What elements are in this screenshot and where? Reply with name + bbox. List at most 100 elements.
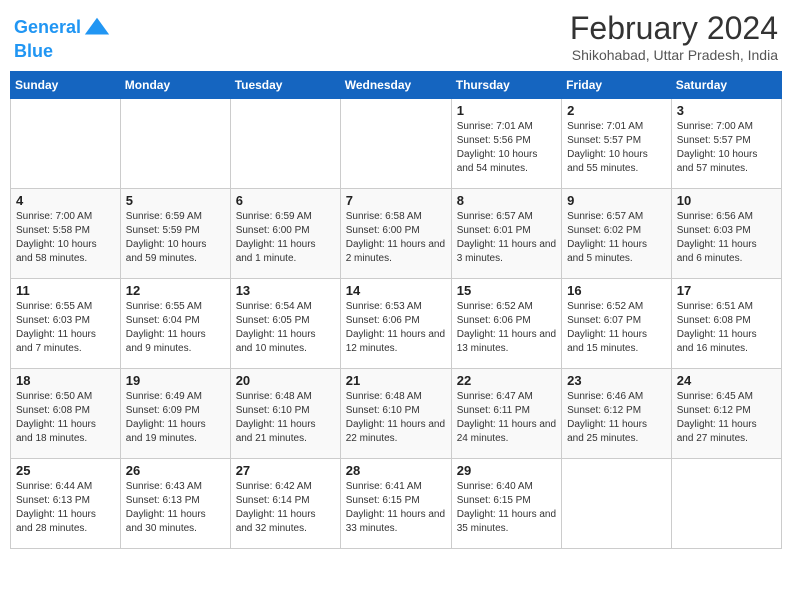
calendar-cell: 2 Sunrise: 7:01 AMSunset: 5:57 PMDaylight… bbox=[562, 99, 672, 189]
calendar-cell: 14 Sunrise: 6:53 AMSunset: 6:06 PMDayligh… bbox=[340, 279, 451, 369]
day-number: 22 bbox=[457, 373, 556, 388]
column-header-saturday: Saturday bbox=[671, 72, 781, 99]
day-info: Sunrise: 6:47 AMSunset: 6:11 PMDaylight:… bbox=[457, 390, 556, 446]
column-header-sunday: Sunday bbox=[11, 72, 121, 99]
day-number: 12 bbox=[126, 283, 225, 298]
day-number: 19 bbox=[126, 373, 225, 388]
calendar-cell bbox=[340, 99, 451, 189]
day-number: 10 bbox=[677, 193, 776, 208]
logo-text: General bbox=[14, 18, 81, 38]
day-info: Sunrise: 6:51 AMSunset: 6:08 PMDaylight:… bbox=[677, 300, 776, 356]
day-info: Sunrise: 6:57 AMSunset: 6:02 PMDaylight:… bbox=[567, 210, 666, 266]
day-number: 13 bbox=[236, 283, 335, 298]
day-info: Sunrise: 6:54 AMSunset: 6:05 PMDaylight:… bbox=[236, 300, 335, 356]
calendar-cell: 7 Sunrise: 6:58 AMSunset: 6:00 PMDaylight… bbox=[340, 189, 451, 279]
week-row-2: 4 Sunrise: 7:00 AMSunset: 5:58 PMDaylight… bbox=[11, 189, 782, 279]
day-info: Sunrise: 6:59 AMSunset: 6:00 PMDaylight:… bbox=[236, 210, 335, 266]
day-number: 18 bbox=[16, 373, 115, 388]
day-number: 2 bbox=[567, 103, 666, 118]
day-info: Sunrise: 6:59 AMSunset: 5:59 PMDaylight:… bbox=[126, 210, 225, 266]
logo-icon bbox=[83, 14, 111, 42]
day-info: Sunrise: 6:41 AMSunset: 6:15 PMDaylight:… bbox=[346, 480, 446, 536]
day-info: Sunrise: 6:46 AMSunset: 6:12 PMDaylight:… bbox=[567, 390, 666, 446]
calendar-cell bbox=[562, 459, 672, 549]
day-number: 21 bbox=[346, 373, 446, 388]
calendar-cell: 5 Sunrise: 6:59 AMSunset: 5:59 PMDaylight… bbox=[120, 189, 230, 279]
calendar-cell: 12Sunrise: 6:55 AMSunset: 6:04 PMDayligh… bbox=[120, 279, 230, 369]
calendar-cell: 18 Sunrise: 6:50 AMSunset: 6:08 PMDayligh… bbox=[11, 369, 121, 459]
calendar-cell bbox=[671, 459, 781, 549]
calendar-cell: 9 Sunrise: 6:57 AMSunset: 6:02 PMDaylight… bbox=[562, 189, 672, 279]
calendar-cell: 8 Sunrise: 6:57 AMSunset: 6:01 PMDaylight… bbox=[451, 189, 561, 279]
day-info: Sunrise: 6:58 AMSunset: 6:00 PMDaylight:… bbox=[346, 210, 446, 266]
header-row: SundayMondayTuesdayWednesdayThursdayFrid… bbox=[11, 72, 782, 99]
day-info: Sunrise: 6:48 AMSunset: 6:10 PMDaylight:… bbox=[236, 390, 335, 446]
column-header-monday: Monday bbox=[120, 72, 230, 99]
calendar-cell: 27Sunrise: 6:42 AMSunset: 6:14 PMDayligh… bbox=[230, 459, 340, 549]
day-number: 17 bbox=[677, 283, 776, 298]
day-number: 9 bbox=[567, 193, 666, 208]
day-number: 26 bbox=[126, 463, 225, 478]
column-header-wednesday: Wednesday bbox=[340, 72, 451, 99]
day-number: 28 bbox=[346, 463, 446, 478]
calendar-cell: 3Sunrise: 7:00 AMSunset: 5:57 PMDaylight… bbox=[671, 99, 781, 189]
logo-text-blue: Blue bbox=[14, 42, 111, 62]
day-info: Sunrise: 6:52 AMSunset: 6:07 PMDaylight:… bbox=[567, 300, 666, 356]
week-row-3: 11Sunrise: 6:55 AMSunset: 6:03 PMDayligh… bbox=[11, 279, 782, 369]
day-info: Sunrise: 7:00 AMSunset: 5:58 PMDaylight:… bbox=[16, 210, 115, 266]
calendar-cell: 13 Sunrise: 6:54 AMSunset: 6:05 PMDayligh… bbox=[230, 279, 340, 369]
calendar-cell: 10Sunrise: 6:56 AMSunset: 6:03 PMDayligh… bbox=[671, 189, 781, 279]
calendar-cell: 11Sunrise: 6:55 AMSunset: 6:03 PMDayligh… bbox=[11, 279, 121, 369]
title-area: February 2024 Shikohabad, Uttar Pradesh,… bbox=[570, 10, 778, 63]
calendar-cell: 1Sunrise: 7:01 AMSunset: 5:56 PMDaylight… bbox=[451, 99, 561, 189]
day-info: Sunrise: 6:43 AMSunset: 6:13 PMDaylight:… bbox=[126, 480, 225, 536]
day-number: 4 bbox=[16, 193, 115, 208]
calendar-cell: 16 Sunrise: 6:52 AMSunset: 6:07 PMDayligh… bbox=[562, 279, 672, 369]
week-row-5: 25 Sunrise: 6:44 AMSunset: 6:13 PMDayligh… bbox=[11, 459, 782, 549]
week-row-4: 18 Sunrise: 6:50 AMSunset: 6:08 PMDayligh… bbox=[11, 369, 782, 459]
calendar-subtitle: Shikohabad, Uttar Pradesh, India bbox=[570, 47, 778, 63]
day-number: 11 bbox=[16, 283, 115, 298]
day-number: 16 bbox=[567, 283, 666, 298]
day-number: 1 bbox=[457, 103, 556, 118]
calendar-cell: 4 Sunrise: 7:00 AMSunset: 5:58 PMDaylight… bbox=[11, 189, 121, 279]
calendar-table: SundayMondayTuesdayWednesdayThursdayFrid… bbox=[10, 71, 782, 549]
calendar-cell: 22 Sunrise: 6:47 AMSunset: 6:11 PMDayligh… bbox=[451, 369, 561, 459]
calendar-cell: 28 Sunrise: 6:41 AMSunset: 6:15 PMDayligh… bbox=[340, 459, 451, 549]
calendar-title: February 2024 bbox=[570, 10, 778, 47]
day-info: Sunrise: 6:52 AMSunset: 6:06 PMDaylight:… bbox=[457, 300, 556, 356]
calendar-cell: 15Sunrise: 6:52 AMSunset: 6:06 PMDayligh… bbox=[451, 279, 561, 369]
day-info: Sunrise: 6:48 AMSunset: 6:10 PMDaylight:… bbox=[346, 390, 446, 446]
day-info: Sunrise: 6:57 AMSunset: 6:01 PMDaylight:… bbox=[457, 210, 556, 266]
day-number: 24 bbox=[677, 373, 776, 388]
day-number: 8 bbox=[457, 193, 556, 208]
day-number: 7 bbox=[346, 193, 446, 208]
day-info: Sunrise: 6:45 AMSunset: 6:12 PMDaylight:… bbox=[677, 390, 776, 446]
day-number: 29 bbox=[457, 463, 556, 478]
calendar-cell bbox=[120, 99, 230, 189]
logo: General Blue bbox=[14, 14, 111, 62]
day-info: Sunrise: 6:50 AMSunset: 6:08 PMDaylight:… bbox=[16, 390, 115, 446]
day-number: 25 bbox=[16, 463, 115, 478]
header: General Blue February 2024 Shikohabad, U… bbox=[10, 10, 782, 63]
day-info: Sunrise: 6:53 AMSunset: 6:06 PMDaylight:… bbox=[346, 300, 446, 356]
calendar-cell: 23 Sunrise: 6:46 AMSunset: 6:12 PMDayligh… bbox=[562, 369, 672, 459]
calendar-cell: 29Sunrise: 6:40 AMSunset: 6:15 PMDayligh… bbox=[451, 459, 561, 549]
day-info: Sunrise: 7:01 AMSunset: 5:57 PMDaylight:… bbox=[567, 120, 666, 176]
day-info: Sunrise: 6:49 AMSunset: 6:09 PMDaylight:… bbox=[126, 390, 225, 446]
calendar-cell: 6Sunrise: 6:59 AMSunset: 6:00 PMDaylight… bbox=[230, 189, 340, 279]
calendar-cell: 20Sunrise: 6:48 AMSunset: 6:10 PMDayligh… bbox=[230, 369, 340, 459]
calendar-cell: 26 Sunrise: 6:43 AMSunset: 6:13 PMDayligh… bbox=[120, 459, 230, 549]
day-info: Sunrise: 6:42 AMSunset: 6:14 PMDaylight:… bbox=[236, 480, 335, 536]
calendar-cell: 19 Sunrise: 6:49 AMSunset: 6:09 PMDayligh… bbox=[120, 369, 230, 459]
column-header-tuesday: Tuesday bbox=[230, 72, 340, 99]
calendar-cell bbox=[230, 99, 340, 189]
column-header-friday: Friday bbox=[562, 72, 672, 99]
day-number: 5 bbox=[126, 193, 225, 208]
day-number: 3 bbox=[677, 103, 776, 118]
column-header-thursday: Thursday bbox=[451, 72, 561, 99]
day-info: Sunrise: 6:44 AMSunset: 6:13 PMDaylight:… bbox=[16, 480, 115, 536]
day-number: 14 bbox=[346, 283, 446, 298]
calendar-cell: 24 Sunrise: 6:45 AMSunset: 6:12 PMDayligh… bbox=[671, 369, 781, 459]
day-number: 23 bbox=[567, 373, 666, 388]
